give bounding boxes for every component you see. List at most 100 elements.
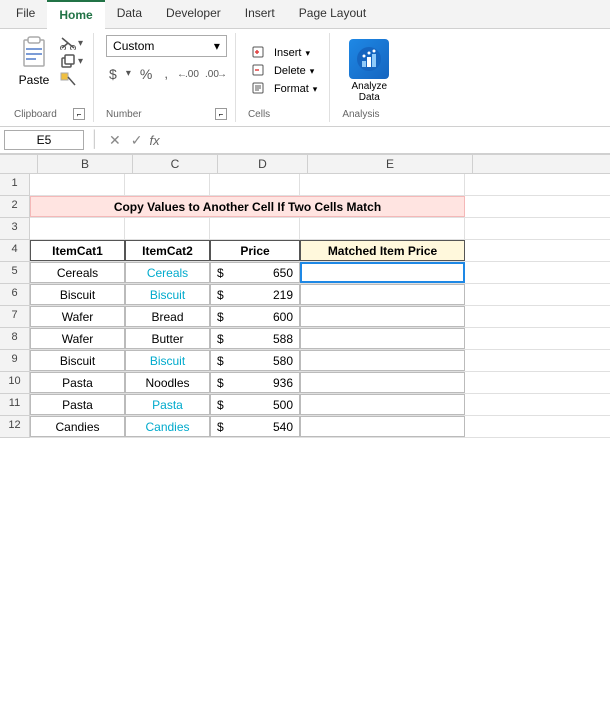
header-label-itemcat2: ItemCat2 [142,244,193,258]
cell-d1[interactable] [210,174,300,195]
dollar-button[interactable]: $ [106,66,120,82]
row-header-11[interactable]: 11 [0,394,30,416]
clipboard-expand[interactable]: ⌐ [73,108,85,120]
cell-e7[interactable] [300,306,465,327]
cell-value: Biscuit [60,354,95,368]
tab-home[interactable]: Home [47,0,104,29]
col-header-c[interactable]: C [133,155,218,173]
cell-d3[interactable] [210,218,300,239]
cell-d10[interactable]: $936 [210,372,300,393]
row-header-3[interactable]: 3 [0,218,30,240]
cell-b2[interactable]: Copy Values to Another Cell If Two Cells… [30,196,465,217]
table-row: Copy Values to Another Cell If Two Cells… [30,196,610,218]
row-header-10[interactable]: 10 [0,372,30,394]
table-row [30,218,610,240]
clipboard-small-buttons: ▾ ▾ [58,35,85,87]
cell-b1[interactable] [30,174,125,195]
row-header-7[interactable]: 7 [0,306,30,328]
cell-b12[interactable]: Candies [30,416,125,437]
cell-d8[interactable]: $588 [210,328,300,349]
cell-b11[interactable]: Pasta [30,394,125,415]
header-price[interactable]: Price [210,240,300,261]
name-box[interactable] [4,130,84,150]
formula-input[interactable] [164,131,606,149]
col-header-d[interactable]: D [218,155,308,173]
cancel-formula-icon[interactable]: ✕ [106,132,124,149]
cell-b3[interactable] [30,218,125,239]
increase-decimal-button[interactable]: .00 → [205,65,227,82]
analysis-label: Analysis [342,107,379,120]
delete-arrow[interactable]: ▾ [310,66,315,77]
cell-d12[interactable]: $540 [210,416,300,437]
number-format-dropdown[interactable]: Custom ▾ [106,35,227,57]
col-header-b[interactable]: B [38,155,133,173]
cell-e12[interactable] [300,416,465,437]
cell-c12[interactable]: Candies [125,416,210,437]
copy-button[interactable]: ▾ [58,53,85,69]
grid: Copy Values to Another Cell If Two Cells… [30,174,610,438]
col-header-e[interactable]: E [308,155,473,173]
analyze-data-button[interactable]: AnalyzeData [345,35,393,107]
cell-b6[interactable]: Biscuit [30,284,125,305]
cell-c9[interactable]: Biscuit [125,350,210,371]
cell-b7[interactable]: Wafer [30,306,125,327]
cell-e1[interactable] [300,174,465,195]
cell-e8[interactable] [300,328,465,349]
cell-d9[interactable]: $580 [210,350,300,371]
cell-c5[interactable]: Cereals [125,262,210,283]
format-painter-button[interactable] [58,71,85,87]
cell-d6[interactable]: $219 [210,284,300,305]
cell-c6[interactable]: Biscuit [125,284,210,305]
format-arrow[interactable]: ▾ [313,84,318,95]
dollar-arrow[interactable]: ▾ [126,68,131,79]
cell-c11[interactable]: Pasta [125,394,210,415]
tab-data[interactable]: Data [105,0,154,28]
row-header-5[interactable]: 5 [0,262,30,284]
number-expand[interactable]: ⌐ [215,108,227,120]
cell-d7[interactable]: $600 [210,306,300,327]
number-label: Number [106,107,142,120]
cell-value: 600 [273,310,293,324]
tab-file[interactable]: File [4,0,47,28]
cell-e9[interactable] [300,350,465,371]
decrease-decimal-button[interactable]: ← .00 [177,65,199,82]
percent-button[interactable]: % [137,66,155,82]
cell-e10[interactable] [300,372,465,393]
cell-b10[interactable]: Pasta [30,372,125,393]
cell-e3[interactable] [300,218,465,239]
cell-c10[interactable]: Noodles [125,372,210,393]
cell-b5[interactable]: Cereals [30,262,125,283]
cell-e11[interactable] [300,394,465,415]
row-header-1[interactable]: 1 [0,174,30,196]
header-itemcat1[interactable]: ItemCat1 [30,240,125,261]
delete-button[interactable]: Delete ▾ [248,63,321,79]
row-header-2[interactable]: 2 [0,196,30,218]
cell-d5[interactable]: $650 [210,262,300,283]
tab-developer[interactable]: Developer [154,0,233,28]
header-matched-price[interactable]: Matched Item Price [300,240,465,261]
cell-c7[interactable]: Bread [125,306,210,327]
confirm-formula-icon[interactable]: ✓ [128,132,146,149]
cell-c8[interactable]: Butter [125,328,210,349]
cell-c3[interactable] [125,218,210,239]
format-button[interactable]: Format ▾ [248,81,321,97]
row-header-4[interactable]: 4 [0,240,30,262]
tab-page-layout[interactable]: Page Layout [287,0,378,28]
paste-button[interactable]: Paste [14,35,54,89]
cell-e6[interactable] [300,284,465,305]
cell-c1[interactable] [125,174,210,195]
row-header-12[interactable]: 12 [0,416,30,438]
row-header-9[interactable]: 9 [0,350,30,372]
cell-e5[interactable] [300,262,465,283]
row-header-6[interactable]: 6 [0,284,30,306]
cell-b9[interactable]: Biscuit [30,350,125,371]
cell-b8[interactable]: Wafer [30,328,125,349]
row-header-8[interactable]: 8 [0,328,30,350]
cell-d11[interactable]: $500 [210,394,300,415]
insert-button[interactable]: Insert ▾ [248,45,321,61]
insert-arrow[interactable]: ▾ [305,48,310,59]
cut-button[interactable]: ▾ [58,35,85,51]
comma-button[interactable]: , [161,66,171,81]
header-itemcat2[interactable]: ItemCat2 [125,240,210,261]
tab-insert[interactable]: Insert [233,0,287,28]
